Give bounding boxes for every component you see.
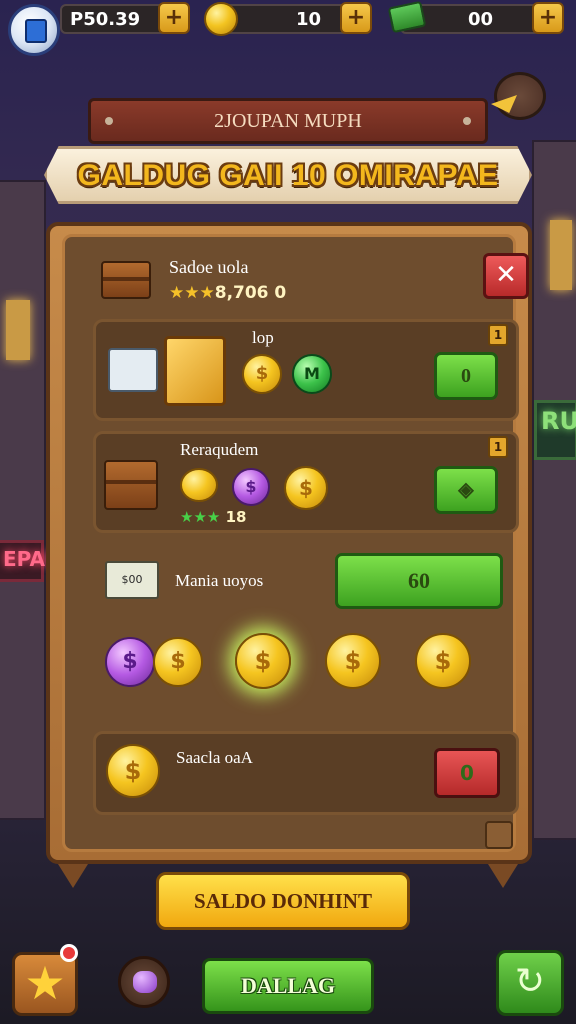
panel-ribbon-tail-left — [58, 864, 88, 888]
primary-action-button[interactable]: SALDO DONHINT — [156, 872, 410, 930]
currency-3-value: 00 — [468, 9, 494, 30]
currency-1-value: P50.39 — [70, 9, 141, 30]
offer-row-4-buy-button[interactable]: 0 — [434, 748, 500, 798]
gift-box-icon — [108, 348, 158, 392]
offer-row-4: $ Saacla oaA 0 — [93, 731, 519, 815]
panel-rating-value: 8,706 0 — [214, 283, 287, 303]
offer-row-2-rating-value: 18 — [225, 508, 247, 526]
currency-2-value: 10 — [296, 9, 322, 30]
bg-building-left — [0, 180, 46, 820]
page-title: GALDUG GAII 10 OMIRAPAE — [44, 146, 532, 204]
offer-row-1: lop $ M 1 0 — [93, 319, 519, 421]
chest-icon — [104, 460, 158, 510]
notification-dot — [60, 944, 78, 962]
panel-ribbon-tail-right — [488, 864, 518, 888]
bg-window — [550, 220, 572, 290]
gold-coin-icon: $ — [242, 354, 282, 394]
gold-coin-icon: $ — [325, 633, 381, 689]
bg-neon-sign-right: RUZ — [534, 400, 576, 460]
resize-icon — [485, 821, 513, 849]
gold-card-icon — [164, 336, 226, 406]
chest-icon — [101, 255, 153, 301]
cash-bills-icon: $00 — [105, 561, 159, 599]
purple-coin-icon: $ — [105, 637, 155, 687]
offer-row-1-buy-button[interactable]: 0 — [434, 352, 498, 400]
money-offer-section: $00 Mania uoyos 60 $ $ $ $ $ — [93, 541, 519, 721]
shop-panel-inner: Sadoe uola ★★★8,706 0 ✕ lop $ M 1 0 Rera… — [62, 234, 529, 852]
panel-title: Sadoe uola — [169, 257, 249, 277]
title-board: 2JOUPAN MUPH — [88, 98, 488, 144]
add-currency-3-button[interactable]: + — [532, 2, 564, 34]
currency-bar: P50.39 + 10 + 00 + — [0, 0, 576, 56]
chest-band — [106, 480, 156, 484]
add-currency-2-button[interactable]: + — [340, 2, 372, 34]
profile-book-button[interactable] — [8, 4, 60, 56]
offer-row-2-buy-button[interactable]: ◈ — [434, 466, 498, 514]
gold-coin-icon — [180, 468, 218, 502]
bg-neon-sign-left: EPAE — [0, 540, 59, 582]
shop-panel: Sadoe uola ★★★8,706 0 ✕ lop $ M 1 0 Rera… — [46, 222, 532, 864]
nail-icon — [463, 117, 471, 125]
gem-icon — [133, 971, 157, 993]
gold-coin-icon: $ — [415, 633, 471, 689]
offer-row-4-title: Saacla oaA — [176, 748, 253, 767]
offer-row-2: Reraqudem $ $ ★★★ 18 1 ◈ — [93, 431, 519, 533]
close-button[interactable]: ✕ — [483, 253, 529, 299]
purple-coin-icon: $ — [232, 468, 270, 506]
offer-row-2-badge: 1 — [488, 436, 508, 458]
money-offer-buy-button[interactable]: 60 — [335, 553, 503, 609]
gold-coin-icon: $ — [106, 744, 160, 798]
board-title: 2JOUPAN MUPH — [214, 110, 362, 132]
highlighted-coin-icon[interactable]: $ — [235, 633, 291, 689]
money-offer-title: Mania uoyos — [175, 571, 264, 590]
gem-button[interactable] — [118, 956, 170, 1008]
chest-band — [103, 277, 149, 281]
bg-window — [6, 300, 30, 360]
gold-coin-icon: $ — [153, 637, 203, 687]
offer-row-2-rating: ★★★ 18 — [180, 508, 246, 526]
offer-row-2-title: Reraqudem — [180, 440, 259, 459]
book-icon — [25, 19, 47, 43]
add-currency-1-button[interactable]: + — [158, 2, 190, 34]
offer-row-1-badge: 1 — [488, 324, 508, 346]
offer-row-1-title: lop — [252, 328, 274, 347]
panel-rating: ★★★8,706 0 — [169, 283, 286, 303]
arrow-icon — [491, 95, 517, 113]
chest-body — [101, 261, 151, 299]
gold-coin-icon: $ — [284, 466, 328, 510]
star-rating-icon: ★★★ — [180, 508, 221, 526]
star-rating-icon: ★★★ — [169, 283, 215, 303]
tag-icon-button[interactable] — [491, 72, 546, 120]
refresh-button[interactable]: ↻ — [496, 950, 564, 1016]
nav-main-button[interactable]: DALLAG — [202, 958, 374, 1014]
green-coin-icon: M — [292, 354, 332, 394]
gold-coin-icon — [204, 2, 238, 36]
nail-icon — [105, 117, 113, 125]
